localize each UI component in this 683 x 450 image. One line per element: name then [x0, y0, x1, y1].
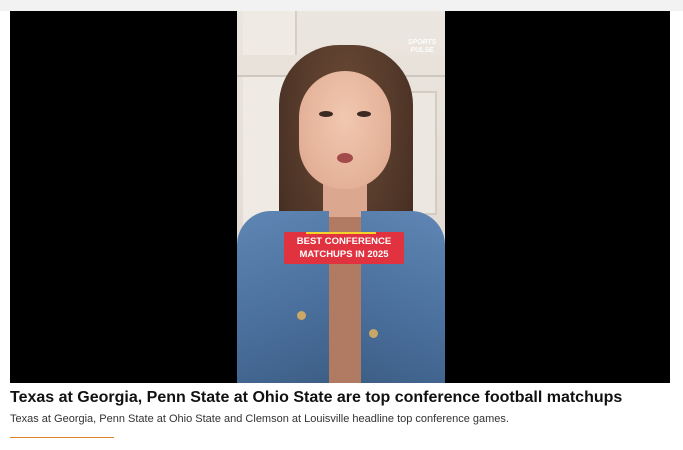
logo-line-1: SPORTS [407, 39, 437, 46]
caption-line-1: BEST CONFERENCE [296, 236, 392, 247]
article-headline[interactable]: Texas at Georgia, Penn State at Ohio Sta… [10, 389, 675, 407]
presenter-face [299, 71, 391, 189]
jacket-button [297, 311, 306, 320]
jacket-button [369, 329, 378, 338]
caption-line-2: MATCHUPS IN 2025 [299, 249, 389, 260]
article-summary: Texas at Georgia, Penn State at Ohio Sta… [10, 413, 509, 425]
video-player[interactable]: SPORTS PULSE BEST CONFERENCE MATCHUPS IN… [10, 11, 670, 383]
video-frame[interactable]: SPORTS PULSE BEST CONFERENCE MATCHUPS IN… [237, 11, 445, 383]
video-caption: BEST CONFERENCE MATCHUPS IN 2025 [284, 232, 404, 264]
accent-rule [10, 437, 114, 438]
eye [357, 111, 371, 117]
logo-line-2: PULSE [410, 47, 434, 54]
top-strip [0, 0, 683, 11]
sports-pulse-logo: SPORTS PULSE [405, 39, 439, 55]
mouth [337, 153, 353, 163]
eye [319, 111, 333, 117]
caption-highlight [306, 232, 376, 234]
